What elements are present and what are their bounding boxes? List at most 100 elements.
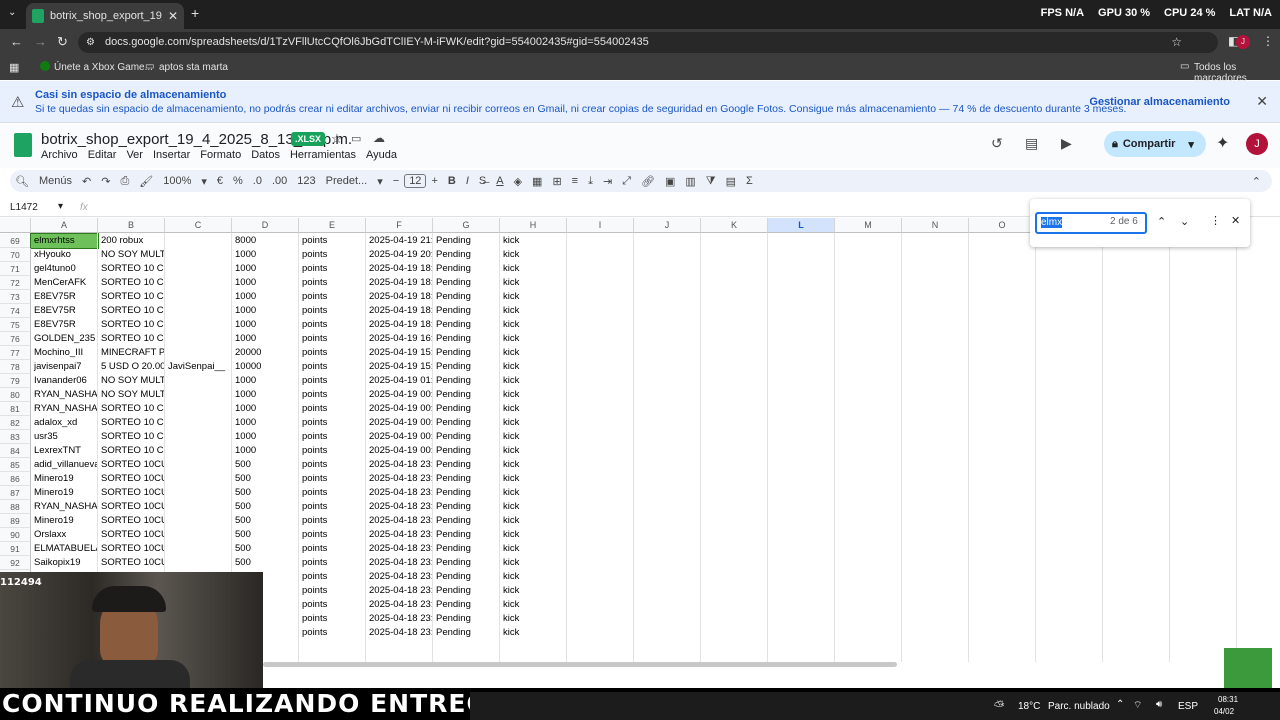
cell-e[interactable]: points <box>299 402 366 416</box>
new-tab-icon[interactable]: + <box>191 5 199 21</box>
cell-b[interactable]: SORTEO 10 CUENTAS DE MC P/ <box>98 416 165 430</box>
cell-a[interactable]: Orslaxx <box>31 528 98 542</box>
column-header-d[interactable]: D <box>232 218 299 233</box>
cell-b[interactable]: SORTEO 10CUENTAS DE MINEC <box>98 556 165 570</box>
apps-grid-icon[interactable]: ▦ <box>9 61 19 74</box>
select-all-corner[interactable] <box>0 218 31 233</box>
column-header-h[interactable]: H <box>500 218 567 233</box>
align-horizontal-icon[interactable]: ≡ <box>567 175 583 187</box>
column-header-a[interactable]: A <box>31 218 98 233</box>
cell-f[interactable]: 2025-04-19 00: <box>366 444 433 458</box>
cell-d[interactable]: 500 <box>232 500 299 514</box>
percent-format[interactable]: % <box>228 175 248 187</box>
cell-d[interactable]: 500 <box>232 542 299 556</box>
cell-e[interactable]: points <box>299 374 366 388</box>
cell-e[interactable]: points <box>299 332 366 346</box>
row-header[interactable]: 78 <box>0 360 31 374</box>
cell-e[interactable]: points <box>299 290 366 304</box>
cell-b[interactable]: SORTEO 10 CUENTAS DE MC P/ <box>98 290 165 304</box>
cell-c[interactable] <box>165 388 232 402</box>
row-header[interactable]: 82 <box>0 416 31 430</box>
cell-h[interactable]: kick <box>500 500 567 514</box>
cell-e[interactable]: points <box>299 542 366 556</box>
cell-c[interactable] <box>165 276 232 290</box>
column-header-b[interactable]: B <box>98 218 165 233</box>
cell-g[interactable]: Pending <box>433 374 500 388</box>
cell-b[interactable]: SORTEO 10 CUENTAS DE MC P/ <box>98 402 165 416</box>
cell-e[interactable]: points <box>299 472 366 486</box>
cell-d[interactable]: 20000 <box>232 346 299 360</box>
insert-comment-icon[interactable]: ▣ <box>660 175 680 188</box>
url-input[interactable]: ⚙ docs.google.com/spreadsheets/d/1TzVFll… <box>78 32 1218 53</box>
cell-a[interactable]: gel4tuno0 <box>31 262 98 276</box>
row-header[interactable]: 88 <box>0 500 31 514</box>
cell-c[interactable] <box>165 416 232 430</box>
cell-f[interactable]: 2025-04-19 00: <box>366 388 433 402</box>
cell-f[interactable]: 2025-04-19 01: <box>366 374 433 388</box>
column-header-j[interactable]: J <box>634 218 701 233</box>
cell-h[interactable]: kick <box>500 598 567 612</box>
row-header[interactable]: 74 <box>0 304 31 318</box>
search-menus-icon[interactable]: 🔍︎ <box>10 175 34 188</box>
cell-d[interactable]: 1000 <box>232 402 299 416</box>
cell-a[interactable]: RYAN_NASHAV <box>31 388 98 402</box>
column-header-f[interactable]: F <box>366 218 433 233</box>
menu-insertar[interactable]: Insertar <box>153 149 190 161</box>
cell-e[interactable]: points <box>299 262 366 276</box>
meet-icon[interactable]: ▶ <box>1061 135 1072 152</box>
cell-c[interactable]: JaviSenpai__ <box>165 360 232 374</box>
functions-icon[interactable]: Σ <box>741 175 758 187</box>
cell-f[interactable]: 2025-04-19 00: <box>366 402 433 416</box>
tab-close-icon[interactable]: ✕ <box>168 9 178 23</box>
cell-g[interactable]: Pending <box>433 458 500 472</box>
cell-h[interactable]: kick <box>500 402 567 416</box>
cell-d[interactable]: 1000 <box>232 374 299 388</box>
move-folder-icon[interactable]: ▭ <box>351 132 361 145</box>
font-dropdown-icon[interactable]: ▾ <box>372 175 388 188</box>
row-header[interactable]: 79 <box>0 374 31 388</box>
cell-d[interactable]: 500 <box>232 528 299 542</box>
cell-g[interactable]: Pending <box>433 584 500 598</box>
row-header[interactable]: 70 <box>0 248 31 262</box>
cell-h[interactable]: kick <box>500 360 567 374</box>
cell-a[interactable]: GOLDEN_235 <box>31 332 98 346</box>
menu-formato[interactable]: Formato <box>200 149 241 161</box>
column-header-o[interactable]: O <box>969 218 1036 233</box>
back-icon[interactable]: ← <box>10 34 23 49</box>
row-header[interactable]: 86 <box>0 472 31 486</box>
cell-c[interactable] <box>165 234 232 248</box>
bold-button[interactable]: B <box>443 175 461 187</box>
cell-g[interactable]: Pending <box>433 430 500 444</box>
undo-icon[interactable]: ↶ <box>77 175 96 188</box>
user-avatar[interactable]: J <box>1246 133 1268 155</box>
column-header-n[interactable]: N <box>902 218 969 233</box>
cell-f[interactable]: 2025-04-18 23: <box>366 528 433 542</box>
row-header[interactable]: 80 <box>0 388 31 402</box>
row-header[interactable]: 91 <box>0 542 31 556</box>
cell-h[interactable]: kick <box>500 528 567 542</box>
row-header[interactable]: 87 <box>0 486 31 500</box>
clock-time[interactable]: 08:31 <box>1218 695 1238 704</box>
cell-a[interactable]: RYAN_NASHAV <box>31 402 98 416</box>
cell-b[interactable]: SORTEO 10 CUENTAS DE MC P/ <box>98 276 165 290</box>
bookmark-aptos[interactable]: aptos sta marta <box>159 62 228 73</box>
row-header[interactable]: 71 <box>0 262 31 276</box>
cell-g[interactable]: Pending <box>433 318 500 332</box>
paint-format-icon[interactable]: 🖌︎ <box>134 175 158 188</box>
cell-f[interactable]: 2025-04-18 23: <box>366 556 433 570</box>
menu-ayuda[interactable]: Ayuda <box>366 149 397 161</box>
column-header-l[interactable]: L <box>768 218 835 233</box>
cell-h[interactable]: kick <box>500 444 567 458</box>
close-banner-icon[interactable]: ✕ <box>1256 93 1268 110</box>
cell-b[interactable]: SORTEO 10CUENTAS DE MINEC <box>98 486 165 500</box>
scrollbar-thumb[interactable] <box>263 662 897 667</box>
cell-b[interactable]: SORTEO 10CUENTAS DE MINEC <box>98 458 165 472</box>
cell-c[interactable] <box>165 332 232 346</box>
cell-f[interactable]: 2025-04-18 23: <box>366 542 433 556</box>
cell-b[interactable]: NO SOY MULTICUENTA <box>98 374 165 388</box>
row-header[interactable]: 90 <box>0 528 31 542</box>
network-icon[interactable]: ⌔ <box>1133 699 1142 712</box>
cell-c[interactable] <box>165 318 232 332</box>
keyboard-lang[interactable]: ESP <box>1178 701 1198 712</box>
row-header[interactable]: 84 <box>0 444 31 458</box>
